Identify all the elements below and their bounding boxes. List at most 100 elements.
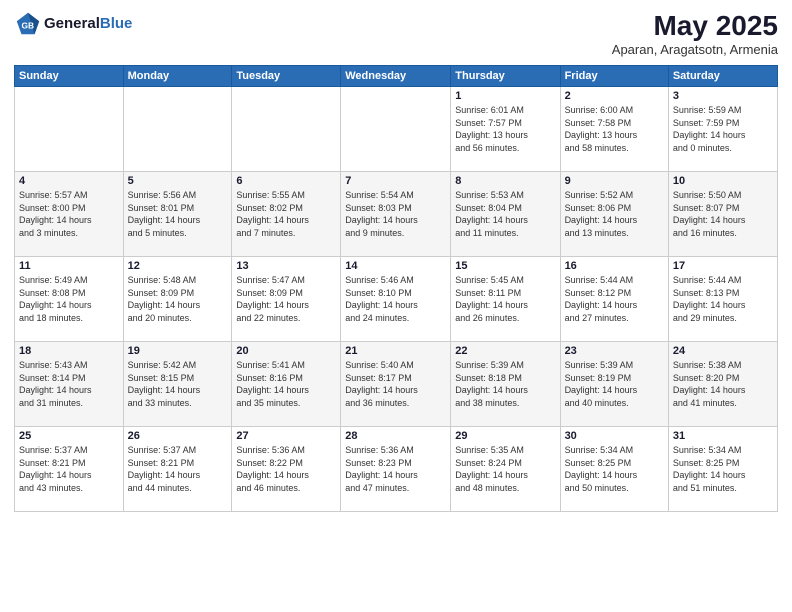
day-info-line: Daylight: 14 hours <box>128 469 228 482</box>
calendar-title: May 2025 <box>612 10 778 42</box>
calendar-cell-5-6: 30Sunrise: 5:34 AMSunset: 8:25 PMDayligh… <box>560 427 668 512</box>
calendar-cell-5-5: 29Sunrise: 5:35 AMSunset: 8:24 PMDayligh… <box>451 427 560 512</box>
calendar-cell-1-4 <box>341 87 451 172</box>
calendar-cell-1-3 <box>232 87 341 172</box>
day-info-line: and 22 minutes. <box>236 312 336 325</box>
day-info-line: Sunrise: 5:57 AM <box>19 189 119 202</box>
day-number: 25 <box>19 430 119 442</box>
day-info-line: Sunrise: 5:49 AM <box>19 274 119 287</box>
day-info-line: Daylight: 14 hours <box>19 384 119 397</box>
day-number: 31 <box>673 430 773 442</box>
day-info-line: Daylight: 13 hours <box>565 129 664 142</box>
day-info-line: Sunset: 8:20 PM <box>673 372 773 385</box>
calendar-cell-4-3: 20Sunrise: 5:41 AMSunset: 8:16 PMDayligh… <box>232 342 341 427</box>
day-info-line: and 11 minutes. <box>455 227 555 240</box>
day-info-line: and 29 minutes. <box>673 312 773 325</box>
day-info-line: and 38 minutes. <box>455 397 555 410</box>
day-info-line: and 7 minutes. <box>236 227 336 240</box>
day-info-line: Sunrise: 5:50 AM <box>673 189 773 202</box>
day-number: 5 <box>128 175 228 187</box>
day-info-line: Sunset: 8:22 PM <box>236 457 336 470</box>
day-info-line: Daylight: 14 hours <box>673 469 773 482</box>
day-info-line: Sunset: 7:58 PM <box>565 117 664 130</box>
day-number: 22 <box>455 345 555 357</box>
day-info-line: Sunrise: 5:43 AM <box>19 359 119 372</box>
logo: GB GeneralBlue <box>14 10 132 38</box>
day-info-line: Daylight: 14 hours <box>455 214 555 227</box>
day-info-line: and 27 minutes. <box>565 312 664 325</box>
header-tuesday: Tuesday <box>232 66 341 87</box>
day-number: 6 <box>236 175 336 187</box>
day-number: 2 <box>565 90 664 102</box>
day-info-line: Daylight: 14 hours <box>236 214 336 227</box>
day-number: 10 <box>673 175 773 187</box>
day-info-line: Sunrise: 5:39 AM <box>565 359 664 372</box>
calendar-cell-1-7: 3Sunrise: 5:59 AMSunset: 7:59 PMDaylight… <box>668 87 777 172</box>
calendar-cell-3-7: 17Sunrise: 5:44 AMSunset: 8:13 PMDayligh… <box>668 257 777 342</box>
day-info-line: Sunset: 8:23 PM <box>345 457 446 470</box>
day-info-line: Sunrise: 5:47 AM <box>236 274 336 287</box>
day-info-line: and 50 minutes. <box>565 482 664 495</box>
day-info-line: Sunrise: 5:53 AM <box>455 189 555 202</box>
day-info-line: Sunset: 8:19 PM <box>565 372 664 385</box>
calendar-cell-5-4: 28Sunrise: 5:36 AMSunset: 8:23 PMDayligh… <box>341 427 451 512</box>
day-info-line: Sunset: 8:13 PM <box>673 287 773 300</box>
day-info-line: Sunset: 8:24 PM <box>455 457 555 470</box>
day-info-line: Sunrise: 5:34 AM <box>673 444 773 457</box>
day-number: 13 <box>236 260 336 272</box>
day-info-line: Sunset: 8:15 PM <box>128 372 228 385</box>
calendar-cell-4-4: 21Sunrise: 5:40 AMSunset: 8:17 PMDayligh… <box>341 342 451 427</box>
day-info-line: Sunset: 8:03 PM <box>345 202 446 215</box>
calendar-cell-5-1: 25Sunrise: 5:37 AMSunset: 8:21 PMDayligh… <box>15 427 124 512</box>
day-info-line: and 41 minutes. <box>673 397 773 410</box>
day-info-line: Daylight: 14 hours <box>565 214 664 227</box>
calendar-cell-4-2: 19Sunrise: 5:42 AMSunset: 8:15 PMDayligh… <box>123 342 232 427</box>
day-info-line: Sunset: 8:02 PM <box>236 202 336 215</box>
day-info-line: Daylight: 14 hours <box>565 384 664 397</box>
page-container: GB GeneralBlue May 2025 Aparan, Aragatso… <box>0 0 792 612</box>
logo-text: GeneralBlue <box>44 16 132 33</box>
day-info-line: Sunset: 8:18 PM <box>455 372 555 385</box>
day-info-line: Daylight: 14 hours <box>345 384 446 397</box>
calendar-cell-4-1: 18Sunrise: 5:43 AMSunset: 8:14 PMDayligh… <box>15 342 124 427</box>
day-number: 8 <box>455 175 555 187</box>
day-info-line: Sunrise: 5:44 AM <box>565 274 664 287</box>
day-info-line: Sunset: 7:59 PM <box>673 117 773 130</box>
calendar-cell-3-2: 12Sunrise: 5:48 AMSunset: 8:09 PMDayligh… <box>123 257 232 342</box>
day-info-line: Daylight: 14 hours <box>345 469 446 482</box>
day-info-line: Sunrise: 5:52 AM <box>565 189 664 202</box>
day-number: 3 <box>673 90 773 102</box>
day-info-line: Sunset: 8:08 PM <box>19 287 119 300</box>
day-number: 14 <box>345 260 446 272</box>
calendar-cell-2-7: 10Sunrise: 5:50 AMSunset: 8:07 PMDayligh… <box>668 172 777 257</box>
day-number: 20 <box>236 345 336 357</box>
day-info-line: Sunrise: 5:55 AM <box>236 189 336 202</box>
day-number: 24 <box>673 345 773 357</box>
calendar-cell-1-6: 2Sunrise: 6:00 AMSunset: 7:58 PMDaylight… <box>560 87 668 172</box>
weekday-header-row: Sunday Monday Tuesday Wednesday Thursday… <box>15 66 778 87</box>
header-thursday: Thursday <box>451 66 560 87</box>
day-info-line: Sunset: 8:09 PM <box>128 287 228 300</box>
day-info-line: Daylight: 14 hours <box>455 299 555 312</box>
calendar-table: Sunday Monday Tuesday Wednesday Thursday… <box>14 65 778 512</box>
calendar-cell-3-1: 11Sunrise: 5:49 AMSunset: 8:08 PMDayligh… <box>15 257 124 342</box>
title-area: May 2025 Aparan, Aragatsotn, Armenia <box>612 10 778 57</box>
day-info-line: Sunset: 8:11 PM <box>455 287 555 300</box>
day-info-line: Daylight: 14 hours <box>128 299 228 312</box>
day-info-line: Sunrise: 5:46 AM <box>345 274 446 287</box>
day-info-line: Sunrise: 5:48 AM <box>128 274 228 287</box>
day-info-line: Daylight: 14 hours <box>565 299 664 312</box>
calendar-cell-3-4: 14Sunrise: 5:46 AMSunset: 8:10 PMDayligh… <box>341 257 451 342</box>
calendar-cell-1-2 <box>123 87 232 172</box>
day-info-line: Sunset: 8:12 PM <box>565 287 664 300</box>
day-number: 30 <box>565 430 664 442</box>
calendar-cell-2-3: 6 Sunrise: 5:55 AMSunset: 8:02 PMDaylight… <box>232 172 341 257</box>
day-info-line: Sunset: 8:14 PM <box>19 372 119 385</box>
header: GB GeneralBlue May 2025 Aparan, Aragatso… <box>14 10 778 57</box>
day-info-line: and 58 minutes. <box>565 142 664 155</box>
header-friday: Friday <box>560 66 668 87</box>
header-saturday: Saturday <box>668 66 777 87</box>
svg-text:GB: GB <box>21 21 34 31</box>
day-info-line: Sunrise: 5:45 AM <box>455 274 555 287</box>
header-wednesday: Wednesday <box>341 66 451 87</box>
